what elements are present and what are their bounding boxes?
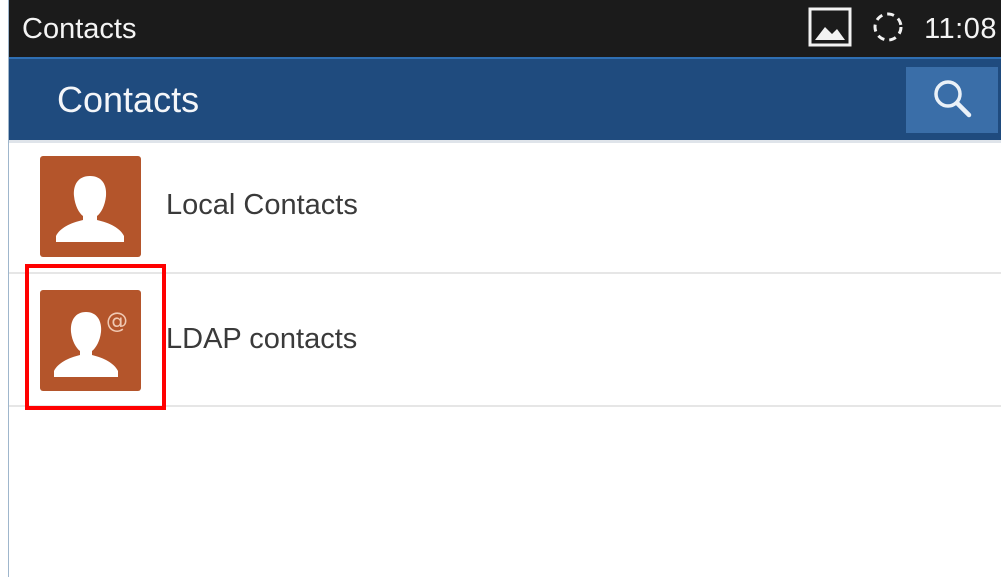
status-bar-title: Contacts <box>22 13 137 45</box>
frame-left <box>0 0 8 577</box>
action-bar: Contacts <box>9 57 1001 140</box>
clock: 11:08 <box>924 12 997 45</box>
highlight-box <box>25 264 166 410</box>
list-item-local-contacts[interactable]: Local Contacts <box>9 140 1001 272</box>
image-icon <box>808 7 852 52</box>
status-bar: Contacts 11:08 <box>9 0 1001 57</box>
person-icon <box>40 156 141 257</box>
page-title: Contacts <box>57 79 200 120</box>
status-icons: 11:08 <box>808 7 997 52</box>
sync-icon <box>870 9 906 50</box>
search-button[interactable] <box>906 67 998 133</box>
list-item-label: Local Contacts <box>166 189 358 221</box>
list-item-label: LDAP contacts <box>166 323 358 355</box>
search-icon <box>929 75 975 126</box>
